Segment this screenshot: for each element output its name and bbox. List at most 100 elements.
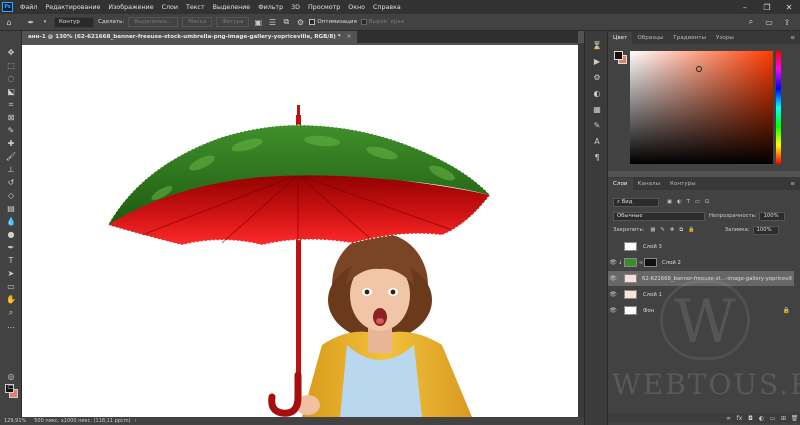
eyedropper-tool-icon[interactable]: ✎ xyxy=(4,125,18,136)
chevron-down-icon[interactable]: ▾ xyxy=(40,17,50,27)
tab-color[interactable]: Цвет xyxy=(608,32,633,44)
path-alignment-icon[interactable]: ☰ xyxy=(267,17,277,27)
document-tab[interactable]: анн-1 @ 130% (62-621668_banner-freeuse-s… xyxy=(22,31,358,43)
rectangle-tool-icon[interactable]: ▭ xyxy=(4,281,18,292)
properties-panel-icon[interactable]: ⚙ xyxy=(591,73,603,83)
filter-image-icon[interactable]: ▣ xyxy=(667,199,672,205)
pen-mode-select[interactable]: Контур xyxy=(54,16,94,28)
menu-view[interactable]: Просмотр xyxy=(304,4,344,11)
new-layer-icon[interactable]: ⊞ xyxy=(778,415,789,422)
trash-icon[interactable]: 🗑 xyxy=(789,415,800,422)
workspace-icon[interactable]: ▭ xyxy=(764,17,774,27)
layers-panel-menu-icon[interactable]: ≡ xyxy=(785,178,800,190)
panel-menu-icon[interactable]: ≡ xyxy=(785,32,800,44)
lasso-tool-icon[interactable]: ◌ xyxy=(4,73,18,84)
layer-filter-select[interactable]: ⌕ Вид xyxy=(613,197,659,207)
more-tools-icon[interactable]: … xyxy=(4,320,18,331)
menu-file[interactable]: Файл xyxy=(16,4,41,11)
history-panel-icon[interactable]: ⌛ xyxy=(591,41,603,51)
adjustments-panel-icon[interactable]: ◐ xyxy=(591,89,603,99)
share-icon[interactable]: ⇪ xyxy=(782,17,792,27)
gear-icon[interactable]: ⚙ xyxy=(295,17,305,27)
align-edges-checkbox[interactable] xyxy=(360,19,367,25)
restore-icon[interactable]: ❐ xyxy=(756,0,778,14)
gradient-tool-icon[interactable]: ▤ xyxy=(4,203,18,214)
dodge-tool-icon[interactable]: ● xyxy=(4,229,18,240)
chevron-right-icon[interactable]: › xyxy=(135,418,137,424)
menu-layers[interactable]: Слои xyxy=(158,4,182,11)
actions-panel-icon[interactable]: ▶ xyxy=(591,57,603,67)
history-brush-tool-icon[interactable]: ↺ xyxy=(4,177,18,188)
filter-shape-icon[interactable]: ▭ xyxy=(695,199,700,205)
clone-stamp-tool-icon[interactable]: ⊥ xyxy=(4,164,18,175)
minimize-icon[interactable]: – xyxy=(734,0,756,14)
path-arrangement-icon[interactable]: ⧉ xyxy=(281,17,291,27)
new-group-icon[interactable]: ▭ xyxy=(767,415,778,422)
libraries-panel-icon[interactable]: ▦ xyxy=(591,105,603,115)
marquee-tool-icon[interactable]: ⬚ xyxy=(4,60,18,71)
tab-swatches[interactable]: Образцы xyxy=(632,32,668,44)
hand-tool-icon[interactable]: ✋ xyxy=(4,294,18,305)
screen-mode-icon[interactable]: ▭ xyxy=(4,381,18,392)
add-mask-icon[interactable]: ◘ xyxy=(745,415,756,422)
blend-mode-select[interactable]: Обычные xyxy=(613,211,705,221)
object-selection-tool-icon[interactable]: ⬕ xyxy=(4,86,18,97)
filter-adjust-icon[interactable]: ◐ xyxy=(677,199,682,205)
adjustment-layer-icon[interactable]: ◐ xyxy=(756,415,767,422)
eye-icon[interactable]: 👁 xyxy=(608,307,618,314)
filter-smart-icon[interactable]: ⊡ xyxy=(705,199,709,205)
filter-type-icon[interactable]: T xyxy=(687,199,690,205)
lock-paint-icon[interactable]: ✎ xyxy=(660,227,664,233)
layer-row[interactable]: Слой 3 xyxy=(608,239,794,254)
eye-icon[interactable]: 👁 xyxy=(608,259,618,266)
optimize-checkbox[interactable] xyxy=(309,19,316,25)
eraser-tool-icon[interactable]: ◇ xyxy=(4,190,18,201)
link-layers-icon[interactable]: ∞ xyxy=(723,415,734,422)
menu-filter[interactable]: Фильтр xyxy=(254,4,287,11)
color-field[interactable] xyxy=(630,51,773,164)
blur-tool-icon[interactable]: 💧 xyxy=(4,216,18,227)
home-icon[interactable]: ⌂ xyxy=(4,17,14,27)
path-operations-icon[interactable]: ▣ xyxy=(253,17,263,27)
tab-paths[interactable]: Контуры xyxy=(665,178,701,190)
healing-brush-tool-icon[interactable]: ✚ xyxy=(4,138,18,149)
make-mask-button[interactable]: Маска xyxy=(182,17,213,27)
tab-channels[interactable]: Каналы xyxy=(633,178,665,190)
type-tool-icon[interactable]: T xyxy=(4,255,18,266)
tab-patterns[interactable]: Узоры xyxy=(711,32,739,44)
pen-tool-icon[interactable]: ✒ xyxy=(4,242,18,253)
menu-window[interactable]: Окно xyxy=(344,4,369,11)
document-canvas[interactable] xyxy=(22,45,579,417)
pen-tool-icon[interactable]: ✒ xyxy=(26,17,36,27)
close-icon[interactable]: ✕ xyxy=(778,0,800,14)
menu-select[interactable]: Выделение xyxy=(209,4,255,11)
panel-foreground-color-swatch[interactable] xyxy=(614,51,623,60)
lock-artboard-icon[interactable]: ⧉ xyxy=(679,227,683,234)
opacity-input[interactable]: 100% xyxy=(759,211,786,221)
zoom-level[interactable]: 129,91% xyxy=(4,418,26,424)
tab-layers[interactable]: Слои xyxy=(608,178,633,190)
lock-pixels-icon[interactable]: ▦ xyxy=(650,227,655,233)
eye-icon[interactable]: 👁 xyxy=(608,291,618,298)
character-panel-icon[interactable]: A xyxy=(591,137,603,147)
frame-tool-icon[interactable]: ⊠ xyxy=(4,112,18,123)
eye-icon[interactable]: 👁 xyxy=(608,275,618,282)
menu-help[interactable]: Справка xyxy=(369,4,405,11)
search-icon[interactable]: ⌕ xyxy=(746,17,756,27)
zoom-tool-icon[interactable]: ⌕ xyxy=(4,307,18,318)
brushes-panel-icon[interactable]: ✎ xyxy=(591,121,603,131)
menu-3d[interactable]: 3D xyxy=(287,4,304,11)
layer-row[interactable]: 👁 ↓ ∞ Слой 2 xyxy=(608,255,794,270)
make-selection-button[interactable]: Выделение... xyxy=(128,17,179,27)
menu-edit[interactable]: Редактирование xyxy=(41,4,104,11)
tab-gradients[interactable]: Градиенты xyxy=(668,32,711,44)
path-selection-tool-icon[interactable]: ➤ xyxy=(4,268,18,279)
lock-move-icon[interactable]: ✥ xyxy=(670,227,674,233)
fill-input[interactable]: 100% xyxy=(752,225,779,235)
make-shape-button[interactable]: Фигура xyxy=(216,17,250,27)
hue-slider[interactable] xyxy=(776,51,781,164)
fx-icon[interactable]: fx xyxy=(734,415,745,422)
menu-image[interactable]: Изображение xyxy=(104,4,157,11)
lock-all-icon[interactable]: 🔒 xyxy=(688,227,695,233)
close-tab-icon[interactable]: ✕ xyxy=(347,34,352,40)
